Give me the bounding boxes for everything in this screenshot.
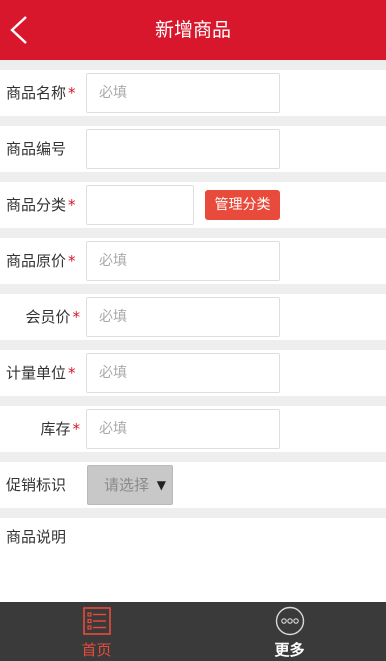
product-name-input[interactable] xyxy=(86,73,280,113)
original-price-label: 商品原价 * xyxy=(6,252,76,270)
form-row-original-price: 商品原价 * xyxy=(0,238,386,284)
category-label: 商品分类 * xyxy=(6,196,76,214)
form-row-promotion: 促销标识 请选择 ▼ xyxy=(0,462,386,508)
required-star: * xyxy=(72,308,81,326)
form-row-description: 商品说明 xyxy=(0,518,386,634)
name-label: 商品名称 * xyxy=(6,84,76,102)
unit-label: 计量单位 * xyxy=(6,364,76,382)
form-row-code: 商品编号 xyxy=(0,126,386,172)
stock-label: 库存 * xyxy=(40,420,81,438)
form-row-stock: 库存 * xyxy=(0,406,386,452)
tab-home-label: 首页 xyxy=(81,641,112,659)
required-star: * xyxy=(68,364,76,382)
code-label: 商品编号 xyxy=(6,140,67,158)
promotion-select[interactable]: 请选择 ▼ xyxy=(87,465,173,505)
unit-input[interactable] xyxy=(86,353,280,393)
required-star: * xyxy=(68,84,76,102)
app-header: 新增商品 xyxy=(0,0,386,60)
required-star: * xyxy=(72,420,81,438)
list-icon xyxy=(83,607,111,635)
tab-more[interactable]: 更多 xyxy=(193,602,386,661)
dropdown-arrow-icon: ▼ xyxy=(156,478,166,492)
manage-category-button[interactable]: 管理分类 xyxy=(205,190,280,220)
tab-more-label: 更多 xyxy=(274,641,305,659)
form-row-member-price: 会员价 * xyxy=(0,294,386,340)
form-row-name: 商品名称 * xyxy=(0,70,386,116)
more-dots-icon xyxy=(275,606,305,636)
product-code-input[interactable] xyxy=(86,129,280,169)
required-star: * xyxy=(68,252,76,270)
tab-home[interactable]: 首页 xyxy=(0,602,193,661)
form-row-category: 商品分类 * 管理分类 xyxy=(0,182,386,228)
stock-input[interactable] xyxy=(86,409,280,449)
member-price-label: 会员价 * xyxy=(25,308,81,326)
promotion-label: 促销标识 xyxy=(6,476,67,494)
promotion-selected-value: 请选择 xyxy=(104,476,150,494)
bottom-tab-bar: 首页 更多 xyxy=(0,602,386,661)
member-price-input[interactable] xyxy=(86,297,280,337)
form-row-unit: 计量单位 * xyxy=(0,350,386,396)
product-category-input[interactable] xyxy=(86,185,194,225)
description-label: 商品说明 xyxy=(6,528,67,546)
required-star: * xyxy=(68,196,76,214)
original-price-input[interactable] xyxy=(86,241,280,281)
page-title: 新增商品 xyxy=(154,19,231,41)
